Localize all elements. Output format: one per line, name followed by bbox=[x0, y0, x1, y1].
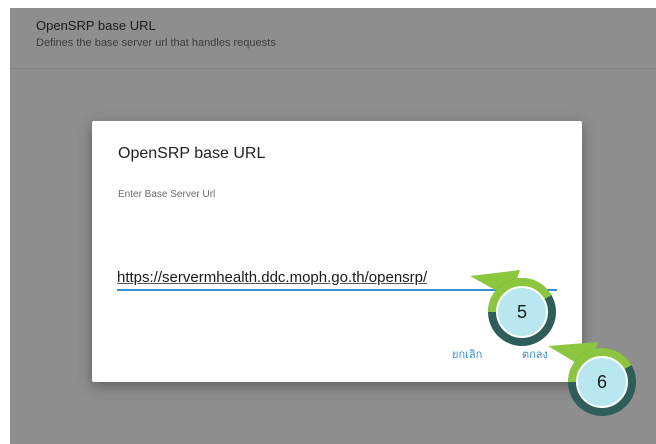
preference-summary: Defines the base server url that handles… bbox=[36, 37, 276, 49]
dialog-title: OpenSRP base URL bbox=[118, 145, 266, 162]
marker-number: 6 bbox=[596, 372, 607, 392]
preference-item-base-url[interactable]: OpenSRP base URL Defines the base server… bbox=[10, 8, 656, 69]
dialog-message: Enter Base Server Url bbox=[118, 189, 216, 200]
preference-title: OpenSRP base URL bbox=[36, 18, 156, 33]
step-6-marker: 6 bbox=[568, 348, 636, 416]
marker-number: 5 bbox=[516, 302, 527, 322]
step-5-marker: 5 bbox=[488, 278, 556, 346]
ok-button[interactable]: ตกลง bbox=[522, 345, 548, 363]
cancel-button[interactable]: ยกเลิก bbox=[452, 345, 482, 363]
